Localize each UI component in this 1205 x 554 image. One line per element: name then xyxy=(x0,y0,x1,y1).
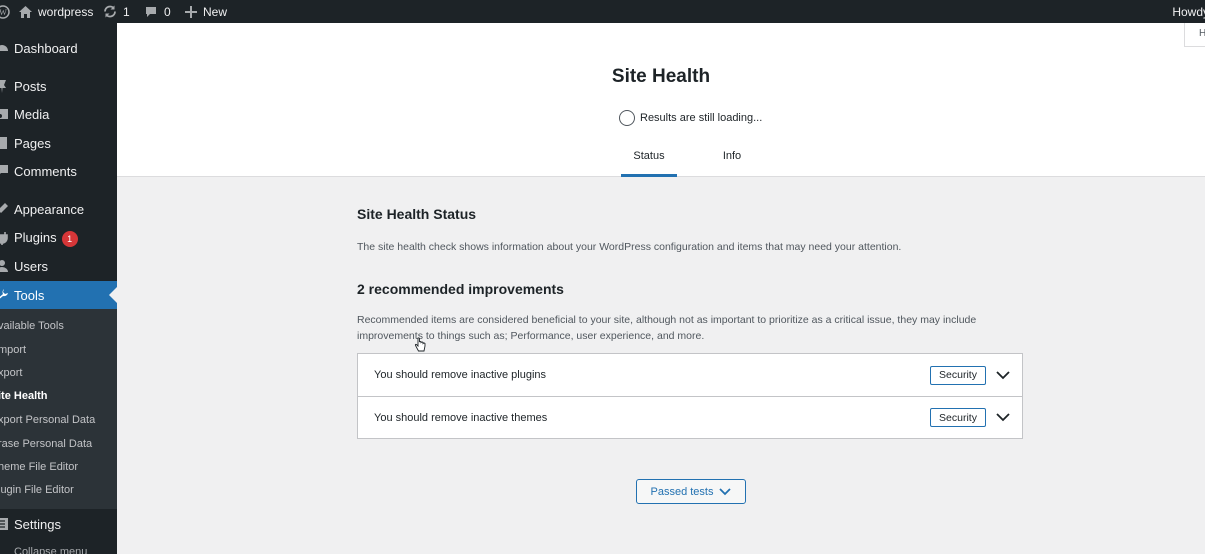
plugins-update-badge: 1 xyxy=(61,230,78,247)
updates-icon xyxy=(103,5,117,18)
pin-icon xyxy=(0,79,9,93)
user-icon xyxy=(0,259,9,273)
submenu-label: mport xyxy=(0,344,27,356)
status-heading: Site Health Status xyxy=(357,206,477,222)
submenu-theme-file-editor[interactable]: heme File Editor xyxy=(0,456,117,478)
wp-logo-icon[interactable]: W xyxy=(0,0,10,23)
plugins-label: Plugins xyxy=(14,229,57,245)
site-name-link[interactable]: wordpress xyxy=(19,0,93,23)
plus-icon xyxy=(185,5,197,18)
menu-settings[interactable]: Settings xyxy=(0,510,117,538)
new-label: New xyxy=(203,4,228,19)
issue-row[interactable]: You should remove inactive plugins Secur… xyxy=(358,354,1022,396)
site-health-header: H Site Health Results are still loading.… xyxy=(117,23,1205,177)
comments-link[interactable]: 0 xyxy=(145,0,171,23)
hand-cursor-icon xyxy=(414,337,426,352)
menu-tools[interactable]: Tools xyxy=(0,281,117,309)
menu-label: Comments xyxy=(14,163,77,179)
brush-icon xyxy=(0,202,9,216)
comment-icon xyxy=(0,164,9,178)
security-badge: Security xyxy=(930,408,986,427)
comments-count: 0 xyxy=(164,4,171,19)
menu-label: Appearance xyxy=(14,201,85,217)
media-icon xyxy=(0,107,9,121)
plugin-icon xyxy=(0,231,9,245)
submenu-erase-personal-data[interactable]: rase Personal Data xyxy=(0,433,117,455)
admin-sidebar: Dashboard Posts Media Pages Comments App… xyxy=(0,23,117,554)
status-description: The site health check shows information … xyxy=(357,241,902,253)
issue-title: You should remove inactive plugins xyxy=(374,369,547,381)
submenu-export[interactable]: xport xyxy=(0,362,117,384)
chevron-down-icon[interactable] xyxy=(996,368,1010,382)
admin-bar: W wordpress 1 0 New Howdy xyxy=(0,0,1205,23)
menu-label: Posts xyxy=(14,78,47,94)
submenu-label: heme File Editor xyxy=(0,461,79,473)
tab-label: Info xyxy=(722,150,742,162)
menu-media[interactable]: Media xyxy=(0,100,117,128)
submenu-label: rase Personal Data xyxy=(0,438,93,450)
chevron-down-icon xyxy=(719,487,732,495)
submenu-site-health[interactable]: ite Health xyxy=(0,385,117,407)
settings-icon xyxy=(0,517,9,531)
menu-users[interactable]: Users xyxy=(0,252,117,280)
updates-count: 1 xyxy=(123,4,130,19)
tools-submenu: vailable Tools mport xport ite Health xp… xyxy=(0,309,117,509)
security-badge: Security xyxy=(930,365,986,385)
menu-label: Users xyxy=(14,258,48,274)
menu-pages[interactable]: Pages xyxy=(0,129,117,157)
menu-appearance[interactable]: Appearance xyxy=(0,195,117,223)
menu-label: Media xyxy=(14,106,50,122)
menu-plugins[interactable]: Plugins 1 xyxy=(0,224,117,252)
passed-tests-button[interactable]: Passed tests xyxy=(636,479,746,504)
loading-text: Results are still loading... xyxy=(640,112,763,124)
help-tab-label: H xyxy=(1199,28,1205,39)
submenu-label: lugin File Editor xyxy=(0,484,74,496)
loading-indicator: Results are still loading... xyxy=(619,110,762,126)
menu-label: Pages xyxy=(14,135,51,151)
submenu-import[interactable]: mport xyxy=(0,339,117,361)
comment-icon xyxy=(145,6,157,18)
submenu-label: vailable Tools xyxy=(0,320,64,332)
menu-dashboard[interactable]: Dashboard xyxy=(0,34,117,62)
help-tab-button[interactable]: H xyxy=(1184,23,1205,47)
submenu-label: ite Health xyxy=(0,390,48,402)
howdy-text: Howdy xyxy=(1172,4,1205,19)
tab-status[interactable]: Status xyxy=(621,141,677,177)
issue-row[interactable]: You should remove inactive themes Securi… xyxy=(358,396,1022,438)
page-icon xyxy=(0,136,9,150)
svg-text:W: W xyxy=(0,8,7,17)
menu-comments[interactable]: Comments xyxy=(0,157,117,185)
new-content-link[interactable]: New xyxy=(185,0,227,23)
chevron-down-icon[interactable] xyxy=(996,411,1010,425)
site-name: wordpress xyxy=(38,4,94,19)
wrench-icon xyxy=(0,288,9,302)
menu-label: Settings xyxy=(14,516,61,532)
menu-label: Dashboard xyxy=(14,40,78,56)
menu-label: Tools xyxy=(14,287,45,303)
submenu-label: xport xyxy=(0,367,23,379)
menu-posts[interactable]: Posts xyxy=(0,72,117,100)
tab-info[interactable]: Info xyxy=(713,141,751,177)
collapse-menu-button[interactable]: Collapse menu xyxy=(0,538,117,554)
updates-link[interactable]: 1 xyxy=(103,0,130,23)
submenu-available-tools[interactable]: vailable Tools xyxy=(0,315,117,337)
submenu-plugin-file-editor[interactable]: lugin File Editor xyxy=(0,479,117,501)
submenu-export-personal-data[interactable]: xport Personal Data xyxy=(0,409,117,431)
collapse-label: Collapse menu xyxy=(14,546,88,554)
issue-title: You should remove inactive themes xyxy=(374,411,548,424)
improvements-description: Recommended items are considered benefic… xyxy=(357,314,977,342)
page-title: Site Health xyxy=(611,66,711,87)
tab-label: Status xyxy=(633,150,665,162)
menu-label: Plugins 1 xyxy=(14,230,78,247)
dashboard-icon xyxy=(0,41,9,55)
current-menu-arrow xyxy=(109,287,117,303)
improvements-heading: 2 recommended improvements xyxy=(357,281,564,297)
passed-tests-label: Passed tests xyxy=(650,485,714,498)
submenu-label: xport Personal Data xyxy=(0,414,96,426)
progress-circle-icon xyxy=(619,110,635,126)
issues-list: You should remove inactive plugins Secur… xyxy=(357,353,1023,439)
home-icon xyxy=(19,5,32,18)
